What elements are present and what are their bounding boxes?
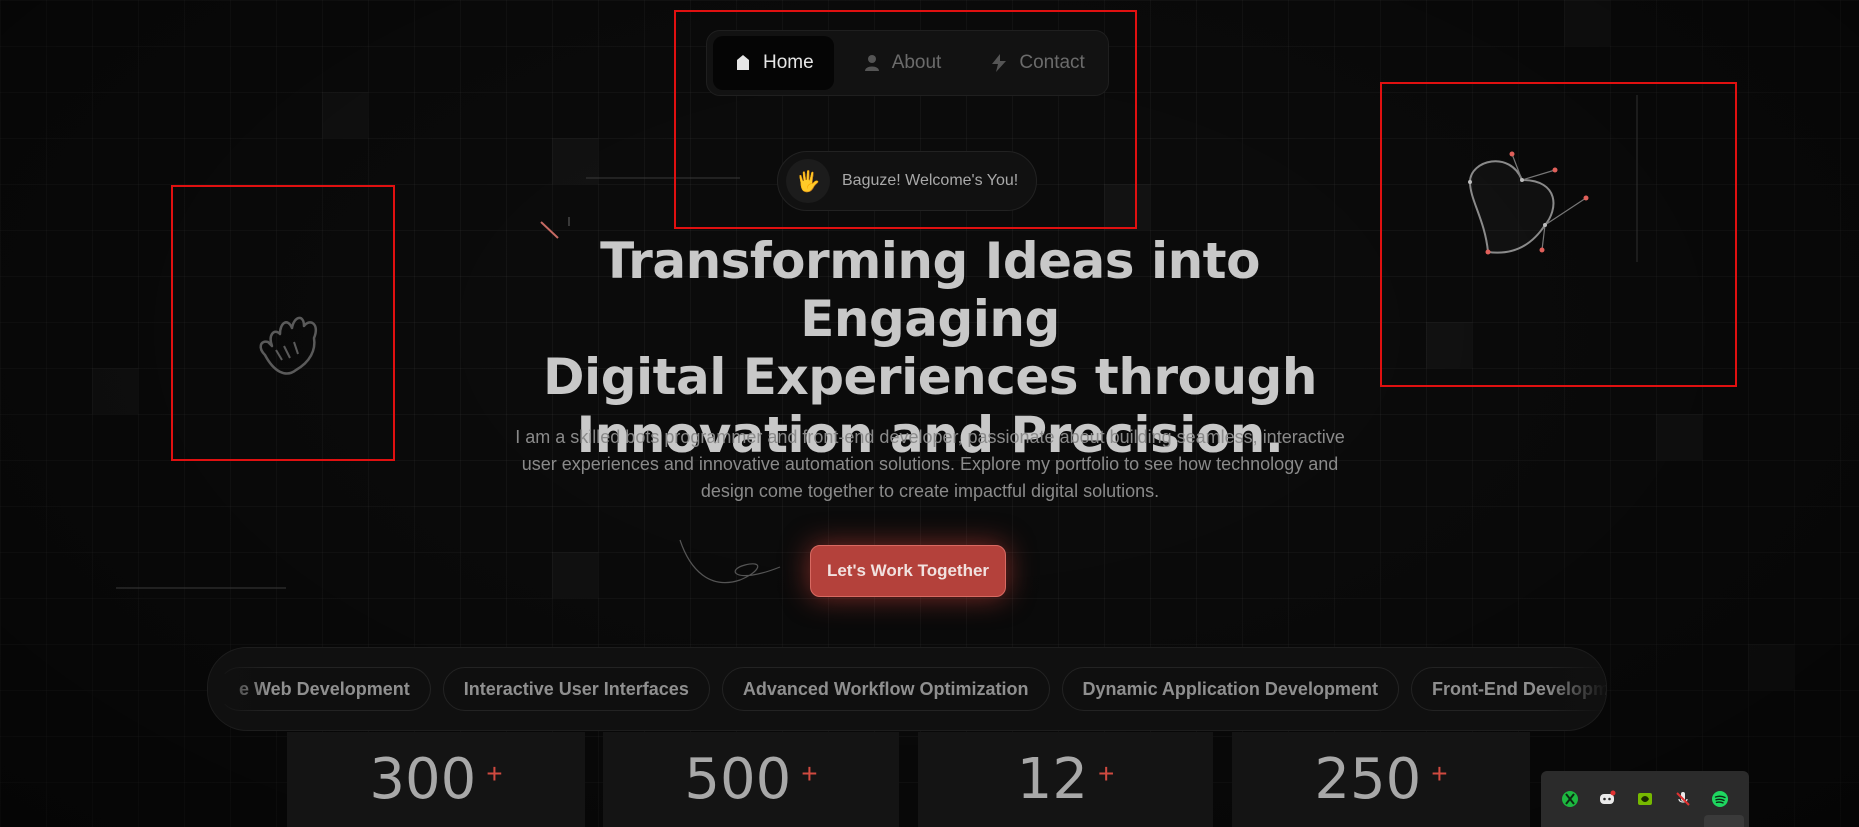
skill-chip: Advanced Workflow Optimization	[721, 667, 1050, 711]
skill-chip: Interactive User Interfaces	[442, 667, 710, 711]
hero-description: I am a skilled bots programmer and front…	[515, 427, 1345, 501]
stat-plus: +	[1431, 757, 1448, 789]
stat-card: 500 +	[603, 732, 899, 827]
highlight-box	[1380, 82, 1737, 387]
stat-card: 12 +	[918, 732, 1213, 827]
skills-marquee: e Web Development Interactive User Inter…	[207, 647, 1607, 731]
marquee-fade-left	[208, 648, 268, 730]
marquee-fade-right	[1546, 648, 1606, 730]
stat-plus: +	[486, 757, 503, 789]
mic-muted-icon[interactable]	[1674, 790, 1692, 808]
stat-card: 300 +	[287, 732, 585, 827]
stat-card: 250 +	[1232, 732, 1530, 827]
stat-value: 300	[369, 747, 477, 812]
stat-value: 12	[1016, 747, 1088, 812]
discord-icon[interactable]	[1598, 790, 1616, 808]
work-together-button[interactable]: Let's Work Together	[810, 545, 1006, 597]
stat-plus: +	[1097, 757, 1115, 789]
highlight-box	[171, 185, 395, 461]
highlight-box	[674, 10, 1137, 229]
hero-title-line1: Transforming Ideas into Engaging	[600, 232, 1260, 348]
spotify-icon[interactable]	[1711, 790, 1729, 808]
tray-expand-tab[interactable]	[1704, 815, 1744, 827]
xbox-icon[interactable]	[1561, 790, 1579, 808]
stat-value: 500	[684, 747, 792, 812]
hero-title-line2: Digital Experiences through	[543, 348, 1317, 406]
skill-chip: Dynamic Application Development	[1061, 667, 1399, 711]
stat-value: 250	[1314, 747, 1422, 812]
nvidia-icon[interactable]	[1636, 790, 1654, 808]
stat-plus: +	[801, 757, 818, 789]
